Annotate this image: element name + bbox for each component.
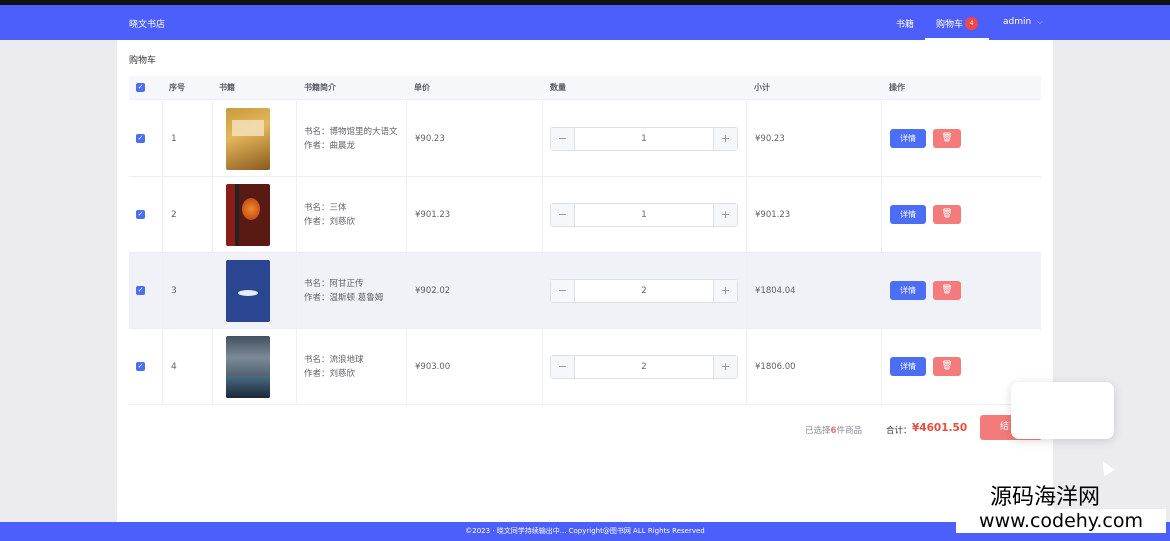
col-intro: 书籍简介 (304, 83, 336, 92)
delete-button[interactable]: 🗑 (933, 129, 961, 148)
trash-icon: 🗑 (941, 285, 953, 295)
row-checkbox[interactable]: ✓ (136, 134, 145, 143)
quantity-stepper: − 1 + (550, 203, 738, 227)
delete-button[interactable]: 🗑 (933, 357, 961, 376)
selected-suffix: 件商品 (836, 426, 862, 436)
total-label: 合计： (886, 426, 912, 436)
row-checkbox[interactable]: ✓ (136, 210, 145, 219)
quantity-stepper: − 2 + (550, 279, 738, 303)
chevron-down-icon: ⌵ (1037, 18, 1043, 26)
quantity-input[interactable]: 2 (575, 280, 713, 302)
book-author: 作者：温斯顿 葛鲁姆 (304, 292, 384, 303)
trash-icon: 🗑 (941, 133, 953, 143)
book-cover-image (226, 335, 270, 398)
row-index: 1 (171, 133, 177, 144)
delete-button[interactable]: 🗑 (933, 281, 961, 300)
book-cover-image (226, 107, 270, 170)
user-name: admin (1003, 17, 1032, 27)
row-subtotal: ¥90.23 (755, 133, 785, 144)
nav-books[interactable]: 书籍 (896, 17, 914, 30)
col-price: 单价 (414, 83, 430, 92)
trash-icon: 🗑 (941, 209, 953, 219)
mouse-cursor-icon (1097, 457, 1115, 477)
col-index: 序号 (169, 83, 185, 92)
user-menu[interactable]: admin ⌵ (1003, 17, 1043, 27)
book-author: 作者：曲晨龙 (304, 140, 356, 151)
row-subtotal: ¥1804.04 (755, 285, 796, 296)
book-author: 作者：刘慈欣 (304, 368, 356, 379)
selected-summary: 已选择6件商品 (805, 424, 862, 436)
unit-price: ¥903.00 (415, 361, 451, 372)
book-cover-image (226, 259, 270, 322)
detail-button[interactable]: 详情 (890, 205, 926, 224)
page-title: 购物车 (129, 56, 157, 66)
decrease-button[interactable]: − (551, 280, 575, 302)
quantity-stepper: − 2 + (550, 355, 738, 379)
quantity-stepper: − 1 + (550, 127, 738, 151)
increase-button[interactable]: + (713, 356, 737, 378)
detail-button[interactable]: 详情 (890, 281, 926, 300)
row-index: 2 (171, 209, 177, 220)
unit-price: ¥90.23 (415, 133, 445, 144)
quantity-input[interactable]: 1 (575, 204, 713, 226)
popup-overlay (1011, 382, 1114, 439)
table-header: ✓ 序号 书籍 书籍简介 单价 数量 小计 操作 (129, 76, 1041, 100)
table-row: ✓ 1 书名：博物馆里的大语文 作者：曲晨龙 ¥90.23 − 1 + ¥90.… (129, 101, 1041, 177)
book-cover-image (226, 183, 270, 246)
row-checkbox[interactable]: ✓ (136, 286, 145, 295)
increase-button[interactable]: + (713, 128, 737, 150)
decrease-button[interactable]: − (551, 204, 575, 226)
unit-price: ¥902.02 (415, 285, 451, 296)
decrease-button[interactable]: − (551, 128, 575, 150)
quantity-input[interactable]: 1 (575, 128, 713, 150)
detail-button[interactable]: 详情 (890, 129, 926, 148)
book-name: 书名：博物馆里的大语文 (304, 126, 398, 137)
header: 晓文书店 书籍 购物车 4 admin ⌵ (0, 5, 1170, 40)
row-subtotal: ¥901.23 (755, 209, 791, 220)
row-checkbox[interactable]: ✓ (136, 362, 145, 371)
book-name: 书名：阿甘正传 (304, 278, 364, 289)
book-name: 书名：三体 (304, 202, 347, 213)
brand[interactable]: 晓文书店 (129, 17, 165, 30)
nav-cart-label: 购物车 (936, 20, 964, 30)
selected-prefix: 已选择 (805, 426, 831, 436)
increase-button[interactable]: + (713, 280, 737, 302)
unit-price: ¥901.23 (415, 209, 451, 220)
table-row: ✓ 2 书名：三体 作者：刘慈欣 ¥901.23 − 1 + ¥901.23 详… (129, 177, 1041, 253)
watermark-title: 源码海洋网 (989, 485, 1100, 510)
quantity-input[interactable]: 2 (575, 356, 713, 378)
select-all-checkbox[interactable]: ✓ (136, 83, 145, 92)
cart-badge: 4 (965, 17, 979, 30)
book-name: 书名：流浪地球 (304, 354, 364, 365)
table-row: ✓ 3 书名：阿甘正传 作者：温斯顿 葛鲁姆 ¥902.02 − 2 + ¥18… (129, 253, 1041, 329)
col-book: 书籍 (219, 83, 235, 92)
row-index: 3 (171, 285, 177, 296)
col-actions: 操作 (889, 83, 905, 92)
row-index: 4 (171, 361, 177, 372)
decrease-button[interactable]: − (551, 356, 575, 378)
watermark-url: www.codehy.com (956, 509, 1166, 533)
nav-cart[interactable]: 购物车 4 (925, 5, 989, 40)
col-subtotal: 小计 (754, 83, 770, 92)
delete-button[interactable]: 🗑 (933, 205, 961, 224)
col-qty: 数量 (550, 83, 566, 92)
table-row: ✓ 4 书名：流浪地球 作者：刘慈欣 ¥903.00 − 2 + ¥1806.0… (129, 329, 1041, 405)
trash-icon: 🗑 (941, 361, 953, 371)
row-subtotal: ¥1806.00 (755, 361, 796, 372)
book-author: 作者：刘慈欣 (304, 216, 356, 227)
detail-button[interactable]: 详情 (890, 357, 926, 376)
increase-button[interactable]: + (713, 204, 737, 226)
total-value: ¥4601.50 (912, 422, 968, 434)
